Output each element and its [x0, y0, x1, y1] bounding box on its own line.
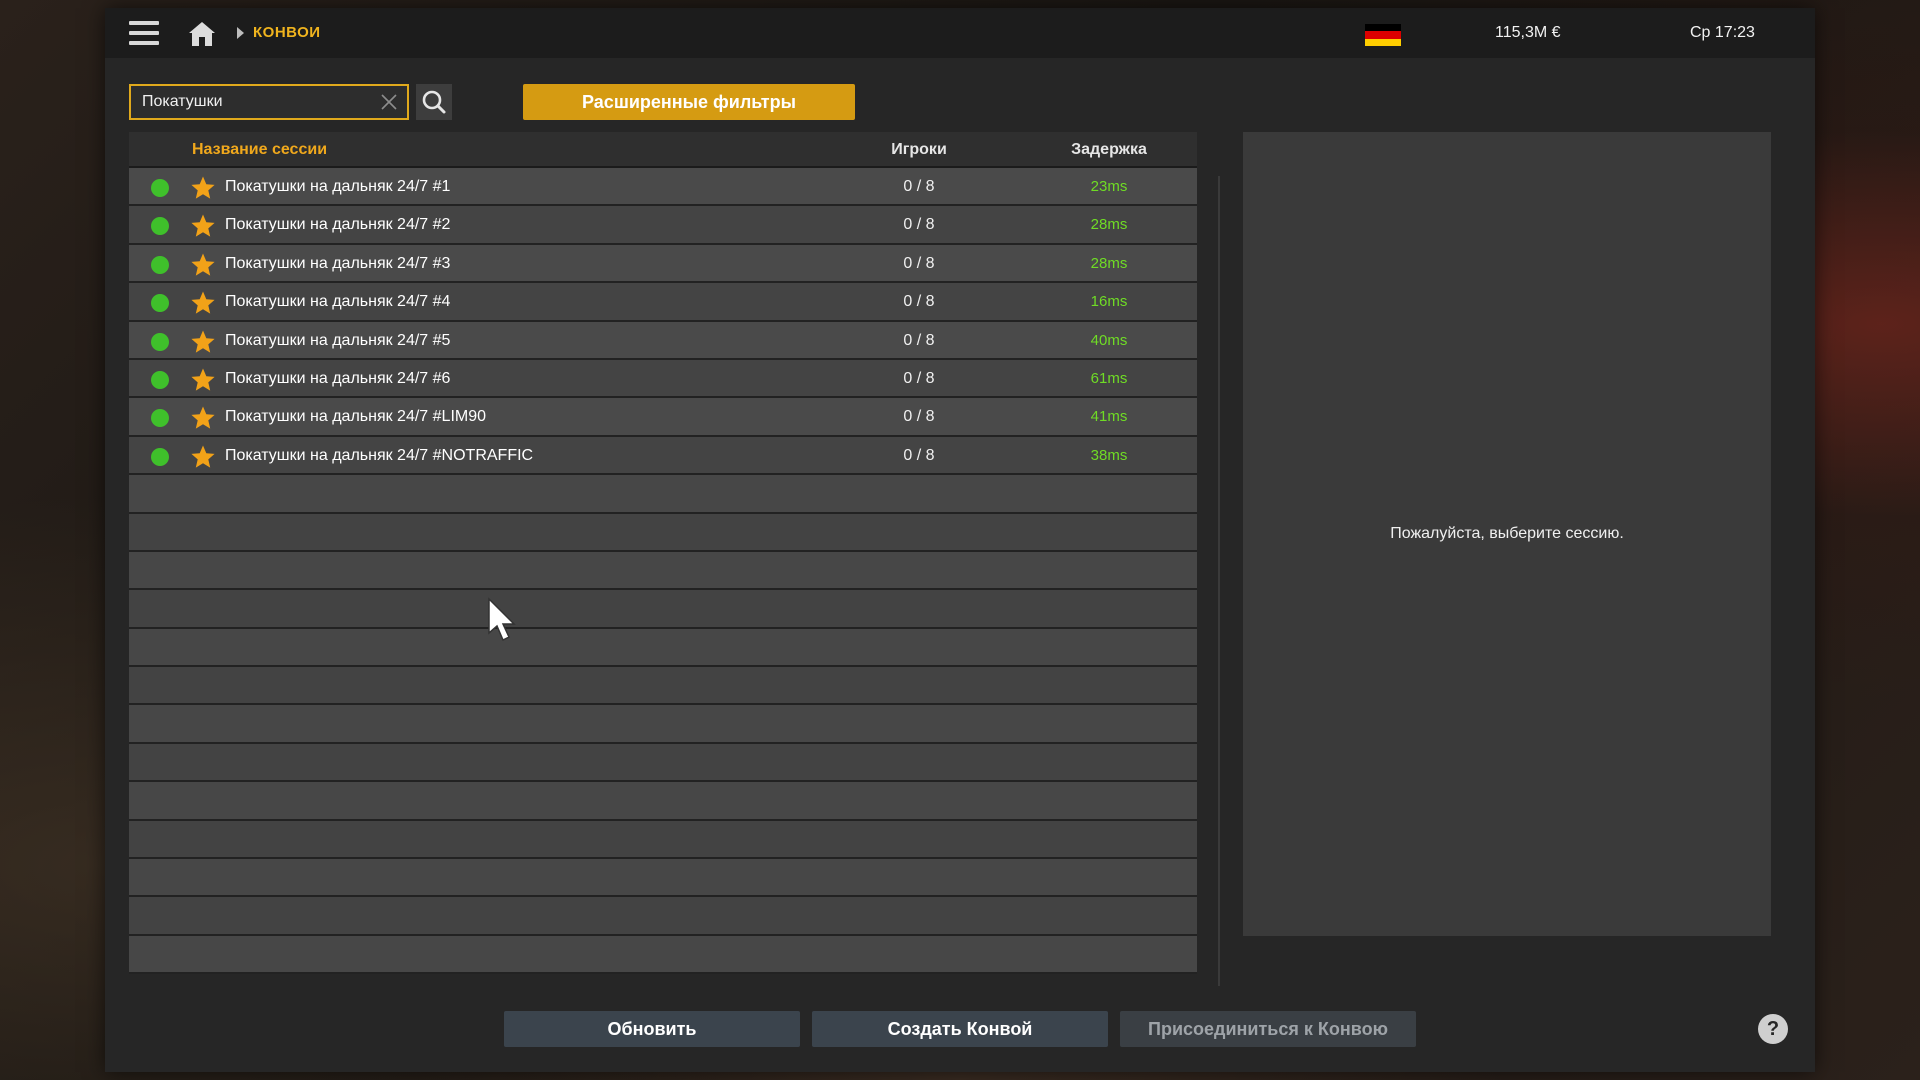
session-players: 0 / 8 — [903, 216, 935, 234]
session-players: 0 / 8 — [903, 408, 935, 426]
favorite-star-icon[interactable] — [190, 252, 216, 278]
session-name: Покатушки на дальняк 24/7 #4 — [225, 293, 451, 311]
online-status-icon — [151, 255, 169, 274]
empty-table-row — [129, 475, 1197, 514]
search-icon — [422, 90, 446, 114]
column-header-name[interactable]: Название сессии — [192, 141, 327, 159]
session-name: Покатушки на дальняк 24/7 #6 — [225, 369, 451, 387]
online-status-icon — [151, 332, 169, 351]
session-latency: 41ms — [1090, 408, 1128, 426]
favorite-star-icon[interactable] — [190, 329, 216, 355]
empty-table-row — [129, 859, 1197, 898]
session-details-pane: Пожалуйста, выберите сессию. — [1243, 132, 1771, 936]
flag-stripe-gold — [1365, 38, 1401, 46]
empty-table-row — [129, 667, 1197, 706]
convoy-window: КОНВОИ 115,3M € Ср 17:23 Расширенные фил… — [105, 8, 1815, 1072]
game-clock: Ср 17:23 — [1690, 24, 1755, 41]
table-row[interactable]: Покатушки на дальняк 24/7 #2 0 / 8 28ms — [129, 206, 1197, 245]
empty-table-row — [129, 551, 1197, 591]
session-table: Название сессии Игроки Задержка Покатушк… — [129, 132, 1197, 975]
session-name: Покатушки на дальняк 24/7 #3 — [225, 254, 451, 272]
session-players: 0 / 8 — [903, 178, 935, 195]
favorite-star-icon[interactable] — [190, 213, 216, 239]
session-latency: 61ms — [1090, 369, 1128, 387]
flag-stripe-red — [1365, 31, 1401, 39]
top-bar: КОНВОИ 115,3M € Ср 17:23 — [105, 8, 1815, 58]
session-latency: 28ms — [1090, 254, 1128, 272]
session-latency: 23ms — [1090, 178, 1128, 195]
empty-table-row — [129, 705, 1197, 744]
empty-table-row — [129, 820, 1197, 860]
advanced-filters-button[interactable]: Расширенные фильтры — [523, 84, 855, 120]
session-name: Покатушки на дальняк 24/7 #2 — [225, 216, 451, 234]
session-rows: Покатушки на дальняк 24/7 #1 0 / 8 23ms … — [129, 168, 1197, 476]
breadcrumb-chevron-icon — [237, 27, 244, 39]
favorite-star-icon[interactable] — [190, 367, 216, 393]
session-name: Покатушки на дальняк 24/7 #NOTRAFFIC — [225, 446, 534, 464]
column-header-players[interactable]: Игроки — [889, 141, 949, 159]
session-latency: 28ms — [1090, 216, 1128, 234]
column-header-latency[interactable]: Задержка — [1064, 141, 1154, 159]
table-row[interactable]: Покатушки на дальняк 24/7 #1 0 / 8 23ms — [129, 168, 1197, 207]
join-convoy-button[interactable]: Присоединиться к Конвою — [1120, 1011, 1416, 1047]
favorite-star-icon[interactable] — [190, 290, 216, 316]
search-button[interactable] — [416, 84, 452, 120]
empty-table-row — [129, 935, 1197, 975]
empty-table-row — [129, 743, 1197, 783]
session-latency: 40ms — [1090, 331, 1128, 349]
online-status-icon — [151, 217, 169, 236]
session-name: Покатушки на дальняк 24/7 #LIM90 — [225, 408, 487, 426]
table-row[interactable]: Покатушки на дальняк 24/7 #6 0 / 8 61ms — [129, 359, 1197, 399]
pane-divider — [1218, 176, 1220, 986]
germany-flag-icon — [1365, 24, 1401, 46]
table-row[interactable]: Покатушки на дальняк 24/7 #LIM90 0 / 8 4… — [129, 398, 1197, 437]
empty-table-row — [129, 897, 1197, 936]
table-row[interactable]: Покатушки на дальняк 24/7 #3 0 / 8 28ms — [129, 244, 1197, 284]
table-row[interactable]: Покатушки на дальняк 24/7 #5 0 / 8 40ms — [129, 321, 1197, 360]
refresh-button[interactable]: Обновить — [504, 1011, 800, 1047]
money-balance: 115,3M € — [1495, 24, 1561, 41]
search-input[interactable] — [131, 86, 371, 118]
favorite-star-icon[interactable] — [190, 444, 216, 470]
table-row[interactable]: Покатушки на дальняк 24/7 #NOTRAFFIC 0 /… — [129, 436, 1197, 476]
table-header: Название сессии Игроки Задержка — [129, 132, 1197, 168]
empty-table-row — [129, 782, 1197, 821]
favorite-star-icon[interactable] — [190, 405, 216, 431]
online-status-icon — [151, 409, 169, 428]
session-players: 0 / 8 — [903, 446, 935, 464]
online-status-icon — [151, 294, 169, 313]
empty-table-row — [129, 590, 1197, 629]
empty-table-row — [129, 628, 1197, 668]
session-latency: 16ms — [1090, 293, 1128, 311]
favorite-star-icon[interactable] — [190, 175, 216, 201]
search-field[interactable] — [129, 84, 409, 120]
session-name: Покатушки на дальняк 24/7 #5 — [225, 331, 451, 349]
empty-table-row — [129, 513, 1197, 552]
clear-search-icon[interactable] — [379, 92, 399, 112]
breadcrumb-current: КОНВОИ — [253, 24, 321, 41]
session-players: 0 / 8 — [903, 331, 935, 349]
hamburger-menu-icon[interactable] — [129, 21, 161, 47]
help-button[interactable]: ? — [1758, 1014, 1788, 1044]
mouse-cursor-icon — [488, 597, 516, 642]
session-players: 0 / 8 — [903, 369, 935, 387]
session-players: 0 / 8 — [903, 293, 935, 311]
select-session-message: Пожалуйста, выберите сессию. — [1390, 525, 1624, 542]
home-icon[interactable] — [187, 20, 217, 48]
empty-rows — [129, 475, 1197, 975]
online-status-icon — [151, 370, 169, 389]
session-latency: 38ms — [1090, 446, 1128, 464]
online-status-icon — [151, 179, 169, 197]
session-players: 0 / 8 — [903, 254, 935, 272]
table-row[interactable]: Покатушки на дальняк 24/7 #4 0 / 8 16ms — [129, 283, 1197, 322]
session-name: Покатушки на дальняк 24/7 #1 — [225, 178, 451, 195]
flag-stripe-black — [1365, 24, 1401, 32]
online-status-icon — [151, 447, 169, 466]
create-convoy-button[interactable]: Создать Конвой — [812, 1011, 1108, 1047]
